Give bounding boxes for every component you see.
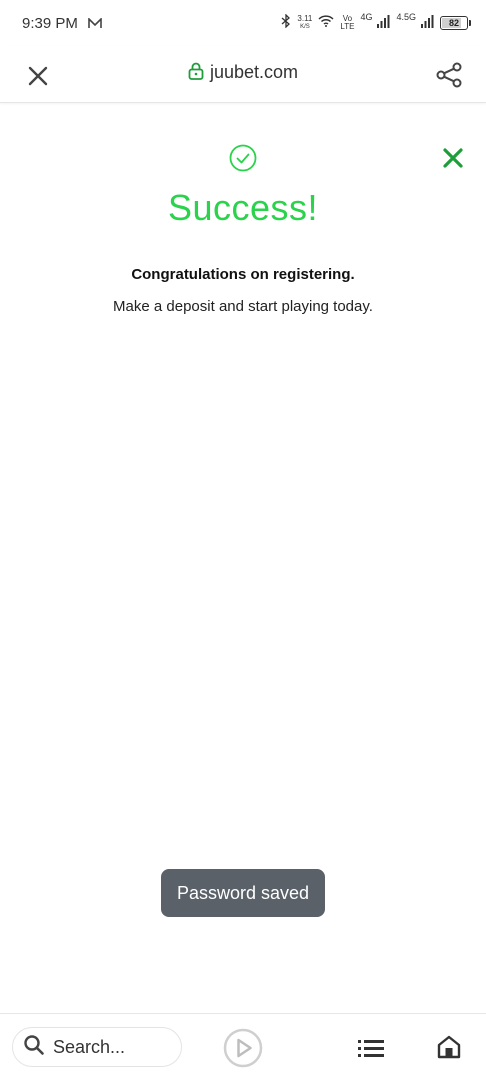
search-placeholder: Search...	[53, 1036, 126, 1057]
address-bar[interactable]: juubet.com	[0, 62, 486, 85]
wifi-icon	[318, 14, 334, 32]
home-button[interactable]	[436, 1034, 462, 1060]
dismiss-button[interactable]	[440, 145, 466, 171]
volte-indicator: Vo LTE	[340, 15, 354, 31]
status-bar: 9:39 PM 3.11 K/S Vo LTE 4G 4.5G 82	[0, 0, 486, 46]
home-icon	[437, 1035, 461, 1059]
mail-icon	[88, 16, 102, 34]
password-saved-toast: Password saved	[161, 869, 325, 917]
speed-unit: K/S	[300, 24, 310, 30]
browser-bottom-bar: Search...	[0, 1013, 486, 1081]
network-type-1: 4G	[360, 12, 373, 22]
deposit-prompt: Make a deposit and start playing today.	[113, 298, 373, 315]
search-input[interactable]: Search...	[12, 1027, 182, 1067]
play-button[interactable]	[223, 1028, 263, 1068]
share-icon	[436, 62, 462, 88]
menu-icon	[358, 1040, 384, 1057]
signal-icon-2	[420, 14, 434, 33]
network-type-2: 4.5G	[396, 12, 416, 22]
bluetooth-icon	[281, 12, 291, 33]
lock-icon	[188, 62, 204, 85]
speed-value: 3.11	[297, 14, 313, 23]
network-speed: 3.11 K/S	[297, 15, 312, 31]
browser-top-bar: juubet.com	[0, 46, 486, 103]
dismiss-x-icon	[443, 148, 463, 168]
url-text: juubet.com	[209, 62, 299, 82]
battery-icon: 82	[440, 16, 471, 30]
share-button[interactable]	[434, 60, 464, 90]
status-time: 9:39 PM	[22, 15, 78, 32]
success-title: Success!	[167, 187, 319, 228]
signal-icon	[376, 14, 390, 33]
status-icons: 3.11 K/S Vo LTE 4G 4.5G 82	[281, 12, 471, 34]
success-check-icon	[228, 143, 258, 173]
volte-bottom: LTE	[340, 22, 355, 31]
search-icon	[23, 1034, 45, 1061]
menu-button[interactable]	[358, 1038, 384, 1060]
page-content: Success! Congratulations on registering.…	[0, 103, 486, 1013]
congrats-text: Congratulations on registering.	[131, 266, 355, 283]
play-icon	[223, 1028, 263, 1068]
battery-level: 82	[448, 18, 459, 28]
